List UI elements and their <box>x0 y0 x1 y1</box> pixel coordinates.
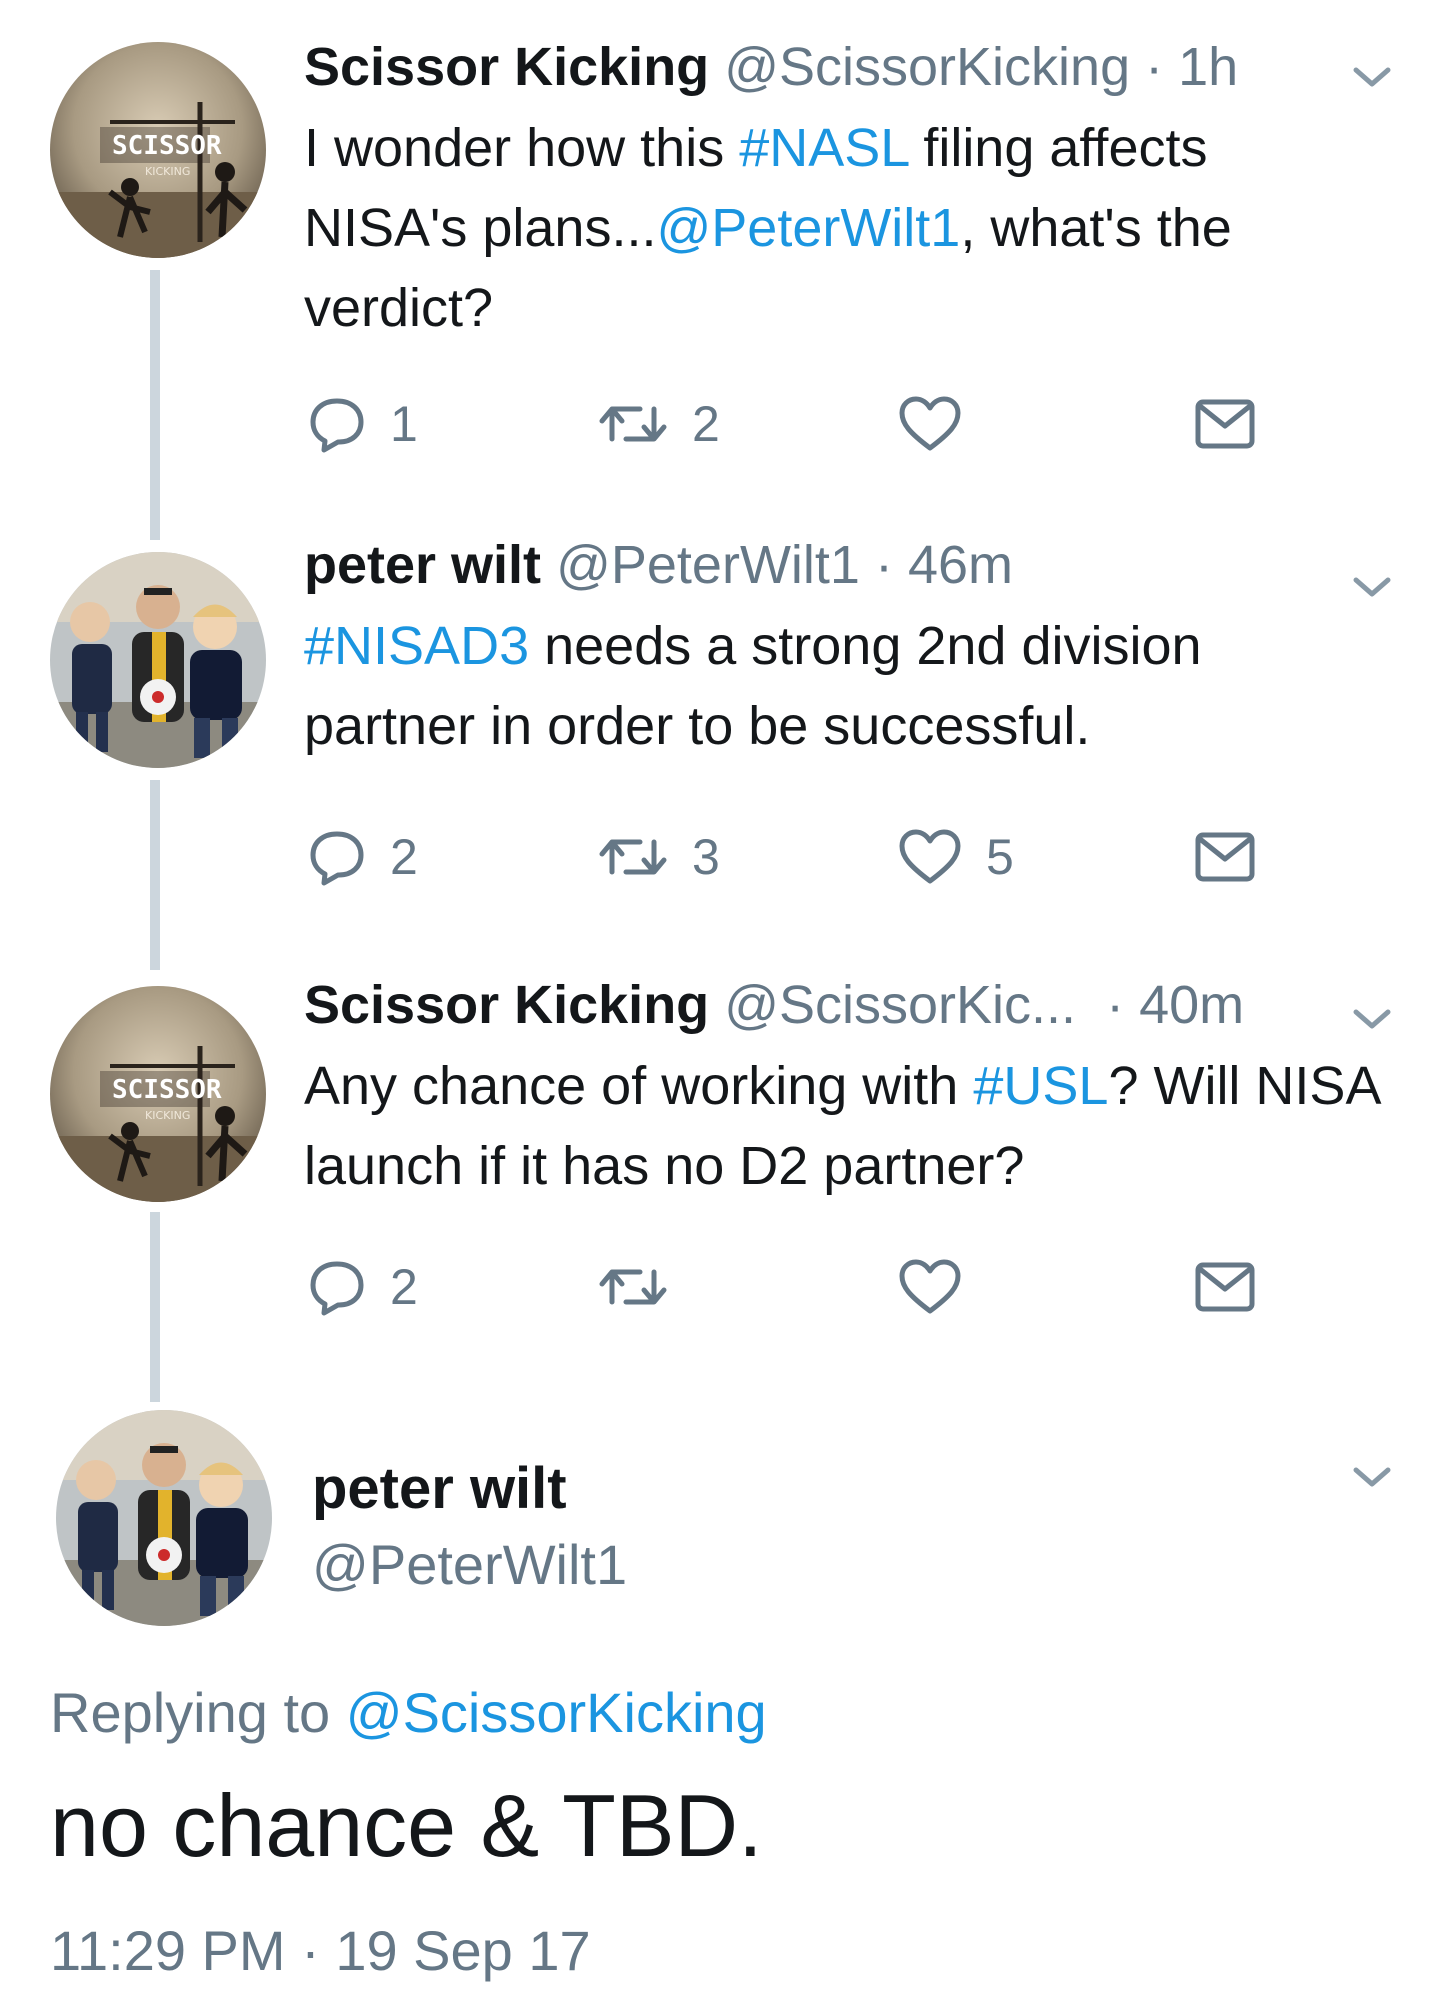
author-handle[interactable]: @ScissorKic... <box>724 975 1076 1035</box>
chevron-down-icon[interactable] <box>1350 1462 1394 1492</box>
tweet-header: Scissor Kicking @ScissorKic... · 40m <box>304 970 1244 1040</box>
like-icon <box>899 396 961 451</box>
tweet-text: I wonder how this #NASL filing affects N… <box>304 108 1364 348</box>
replying-prefix: Replying to <box>50 1681 331 1744</box>
avatar-logo-text: SCISSOR <box>112 131 222 161</box>
retweet-icon <box>599 406 667 442</box>
tweet-header: peter wilt @PeterWilt1 · 46m <box>304 530 1013 600</box>
like-count: 5 <box>986 829 1014 885</box>
dm-icon <box>1195 399 1255 449</box>
main-tweet-text: no chance & TBD. <box>50 1776 763 1875</box>
reply-icon <box>310 398 364 453</box>
reply-count: 2 <box>390 829 418 885</box>
like-icon <box>899 1259 961 1314</box>
dm-button[interactable] <box>1194 1255 1256 1319</box>
retweet-icon <box>599 839 667 875</box>
retweet-count: 3 <box>692 829 720 885</box>
tweet-actions: 2 3 5 <box>304 825 1304 889</box>
replying-to: Replying to @ScissorKicking <box>50 1680 767 1745</box>
tweet-text: #NISAD3 needs a strong 2nd division part… <box>304 606 1364 766</box>
like-button[interactable] <box>898 392 986 456</box>
tweet-link[interactable]: #USL <box>973 1056 1108 1116</box>
avatar[interactable] <box>56 1410 272 1626</box>
like-button[interactable]: 5 <box>898 825 1014 889</box>
author-handle[interactable]: @PeterWilt1 <box>312 1532 627 1597</box>
avatar[interactable]: SCISSOR KICKING <box>50 986 266 1202</box>
reply-button[interactable]: 2 <box>308 825 418 889</box>
tweet-time[interactable]: 1h <box>1178 37 1238 97</box>
retweet-count: 2 <box>692 396 720 452</box>
tweet-actions: 1 2 <box>304 392 1304 456</box>
reply-icon <box>310 1261 364 1316</box>
tweet-date: 19 Sep 17 <box>335 1919 591 1982</box>
replying-to-handle[interactable]: @ScissorKicking <box>346 1681 767 1744</box>
author-name[interactable]: Scissor Kicking <box>304 37 709 97</box>
author-name[interactable]: peter wilt <box>304 535 541 595</box>
author-name[interactable]: peter wilt <box>312 1455 567 1522</box>
avatar[interactable] <box>50 552 266 768</box>
tweet-link[interactable]: @PeterWilt1 <box>656 198 960 258</box>
reply-count: 2 <box>390 1259 418 1315</box>
separator: · <box>874 535 893 595</box>
like-icon <box>899 829 961 884</box>
tweet[interactable]: SCISSOR KICKING Scissor Kicking @Scissor… <box>0 0 1437 520</box>
reply-button[interactable]: 2 <box>308 1255 418 1319</box>
avatar[interactable]: SCISSOR KICKING <box>50 42 266 258</box>
author-handle[interactable]: @ScissorKicking <box>724 37 1130 97</box>
avatar-logo-subtext: KICKING <box>145 165 190 178</box>
tweet-actions: 2 <box>304 1255 1304 1319</box>
dm-icon <box>1195 832 1255 882</box>
tweet-time[interactable]: 40m <box>1139 975 1244 1035</box>
separator: · <box>1091 975 1125 1035</box>
reply-icon <box>310 831 364 886</box>
tweet-link[interactable]: #NASL <box>739 118 908 178</box>
retweet-button[interactable]: 2 <box>598 392 720 456</box>
author-handle[interactable]: @PeterWilt1 <box>556 535 860 595</box>
separator: · <box>1145 37 1164 97</box>
dm-icon <box>1195 1262 1255 1312</box>
like-button[interactable] <box>898 1255 986 1319</box>
tweet-text-segment: I wonder how this <box>304 118 740 178</box>
tweet-link[interactable]: #NISAD3 <box>304 616 529 676</box>
tweet[interactable]: peter wilt @PeterWilt1 · 46m #NISAD3 nee… <box>0 535 1437 970</box>
avatar-logo-subtext: KICKING <box>145 1109 190 1122</box>
chevron-down-icon[interactable] <box>1350 572 1394 602</box>
avatar-logo-text: SCISSOR <box>112 1075 222 1105</box>
author-name[interactable]: Scissor Kicking <box>304 975 709 1035</box>
separator: · <box>301 1919 320 1982</box>
reply-count: 1 <box>390 396 418 452</box>
chevron-down-icon[interactable] <box>1350 1004 1394 1034</box>
retweet-button[interactable] <box>598 1255 692 1319</box>
tweet[interactable]: SCISSOR KICKING Scissor Kicking @Scissor… <box>0 970 1437 1400</box>
tweet-time: 11:29 PM <box>50 1919 286 1982</box>
tweet-text-segment: Any chance of working with <box>304 1056 974 1116</box>
retweet-icon <box>599 1269 667 1305</box>
tweet-header: Scissor Kicking @ScissorKicking · 1h <box>304 32 1238 102</box>
reply-button[interactable]: 1 <box>308 392 418 456</box>
retweet-button[interactable]: 3 <box>598 825 720 889</box>
dm-button[interactable] <box>1194 392 1256 456</box>
tweet-timestamp[interactable]: 11:29 PM · 19 Sep 17 <box>50 1918 591 1983</box>
dm-button[interactable] <box>1194 825 1256 889</box>
tweet-time[interactable]: 46m <box>908 535 1013 595</box>
tweet-text: Any chance of working with #USL? Will NI… <box>304 1046 1384 1206</box>
chevron-down-icon[interactable] <box>1350 62 1394 92</box>
